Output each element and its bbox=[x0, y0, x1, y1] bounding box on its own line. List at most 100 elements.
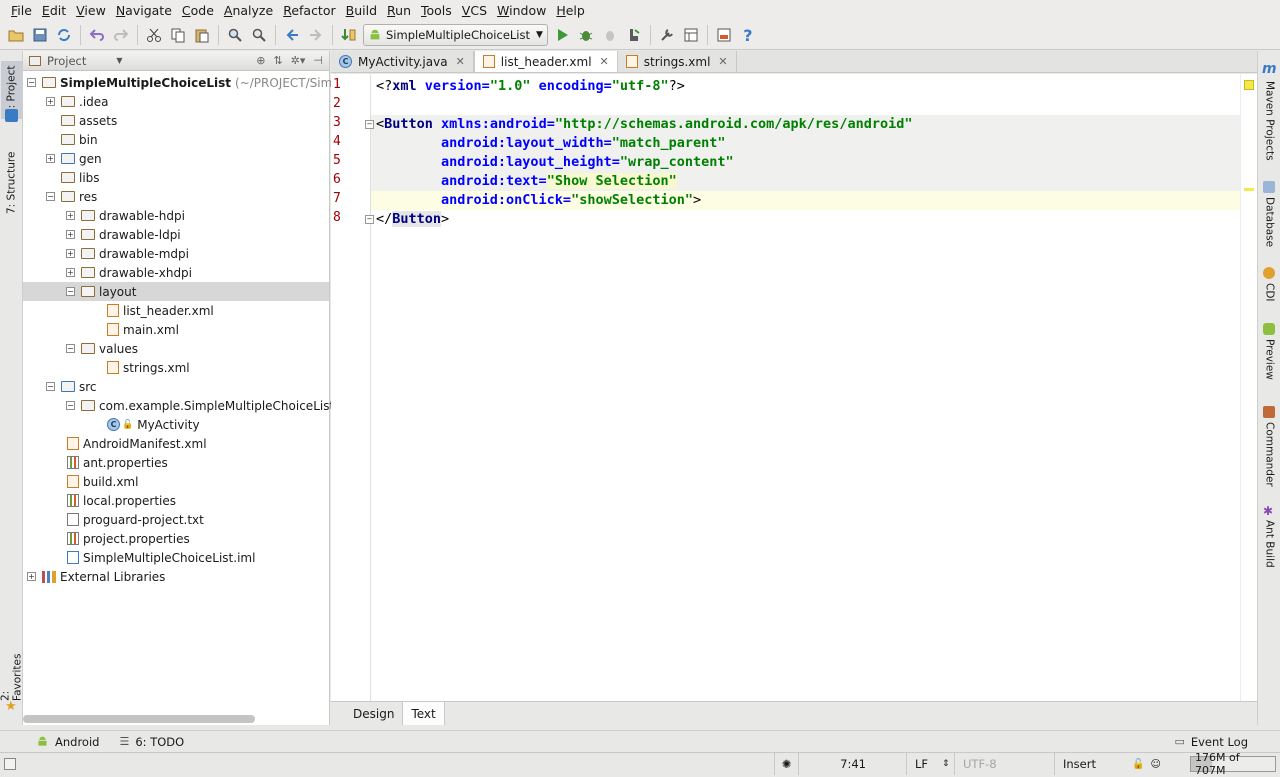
tab-list-header-xml[interactable]: list_header.xml ✕ bbox=[473, 51, 618, 72]
cut-icon[interactable] bbox=[143, 24, 165, 46]
tab-design[interactable]: Design bbox=[345, 702, 402, 725]
make-project-icon[interactable] bbox=[338, 24, 360, 46]
close-icon[interactable]: ✕ bbox=[718, 55, 727, 68]
tab-text[interactable]: Text bbox=[402, 702, 445, 725]
hide-panel-icon[interactable]: ⊣ bbox=[313, 54, 323, 67]
toggle-tool-windows-icon[interactable] bbox=[4, 758, 16, 770]
collapse-icon[interactable]: − bbox=[46, 192, 55, 201]
expand-icon[interactable]: + bbox=[66, 249, 75, 258]
tab-ant-build[interactable]: Ant Build bbox=[1259, 520, 1280, 570]
paste-icon[interactable] bbox=[191, 24, 213, 46]
file-encoding[interactable]: UTF-8 bbox=[954, 753, 1054, 775]
tab-strings-xml[interactable]: strings.xml ✕ bbox=[618, 51, 737, 72]
forward-icon[interactable] bbox=[305, 24, 327, 46]
tree-item-androidmanifest[interactable]: AndroidManifest.xml bbox=[67, 434, 207, 453]
menu-code[interactable]: Code bbox=[177, 0, 219, 21]
tree-item-drawable-xhdpi[interactable]: + drawable-xhdpi bbox=[66, 263, 192, 282]
tab-cdi[interactable]: CDI bbox=[1259, 283, 1280, 307]
tree-item-drawable-ldpi[interactable]: + drawable-ldpi bbox=[66, 225, 181, 244]
tab-maven-projects[interactable]: Maven Projects bbox=[1259, 81, 1280, 161]
horizontal-scrollbar[interactable] bbox=[23, 715, 255, 723]
expand-icon[interactable]: + bbox=[66, 268, 75, 277]
collapse-icon[interactable]: − bbox=[66, 344, 75, 353]
tree-item-build-xml[interactable]: build.xml bbox=[67, 472, 138, 491]
tree-item-gen[interactable]: + gen bbox=[46, 149, 102, 168]
warning-marker[interactable] bbox=[1244, 188, 1254, 191]
hector-icon[interactable]: ☺ bbox=[1150, 759, 1160, 770]
tab-commander[interactable]: Commander bbox=[1259, 422, 1280, 487]
redo-icon[interactable] bbox=[110, 24, 132, 46]
menu-edit[interactable]: Edit bbox=[37, 0, 71, 21]
code-editor[interactable]: 1 2 3 4 5 6 7 8 − − <?xml version="1.0" … bbox=[331, 74, 1257, 701]
tree-item-res[interactable]: − res bbox=[46, 187, 97, 206]
run-configuration-select[interactable]: SimpleMultipleChoiceList ▼ bbox=[363, 24, 548, 46]
tree-item-strings-xml[interactable]: strings.xml bbox=[107, 358, 190, 377]
tree-item-iml[interactable]: SimpleMultipleChoiceList.iml bbox=[67, 548, 255, 567]
tree-item-ant-properties[interactable]: ant.properties bbox=[67, 453, 168, 472]
android-tool-button[interactable]: Android bbox=[36, 735, 99, 749]
menu-view[interactable]: View bbox=[71, 0, 111, 21]
collapse-icon[interactable]: − bbox=[66, 401, 75, 410]
tree-item-list-header-xml[interactable]: list_header.xml bbox=[107, 301, 214, 320]
fold-toggle-icon[interactable]: − bbox=[365, 215, 374, 224]
expand-icon[interactable]: + bbox=[46, 97, 55, 106]
collapse-icon[interactable]: − bbox=[46, 382, 55, 391]
debug-icon[interactable] bbox=[575, 24, 597, 46]
collapse-icon[interactable]: − bbox=[66, 287, 75, 296]
tab-myactivity-java[interactable]: C MyActivity.java ✕ bbox=[331, 51, 474, 72]
tree-item-values[interactable]: − values bbox=[66, 339, 138, 358]
tree-item-assets[interactable]: assets bbox=[61, 111, 117, 130]
tree-item-main-xml[interactable]: main.xml bbox=[107, 320, 179, 339]
tree-item-libs[interactable]: libs bbox=[61, 168, 100, 187]
tree-root[interactable]: − SimpleMultipleChoiceList (~/PROJECT/Si… bbox=[27, 73, 361, 92]
tree-item-project-properties[interactable]: project.properties bbox=[67, 529, 190, 548]
expand-icon[interactable]: + bbox=[66, 211, 75, 220]
menu-tools[interactable]: Tools bbox=[416, 0, 457, 21]
scroll-from-source-icon[interactable]: ⊕ bbox=[256, 54, 265, 67]
collapse-icon[interactable]: − bbox=[27, 78, 36, 87]
expand-icon[interactable]: + bbox=[27, 572, 36, 581]
project-structure-icon[interactable] bbox=[680, 24, 702, 46]
tree-item-local-properties[interactable]: local.properties bbox=[67, 491, 176, 510]
tree-item-external-libraries[interactable]: + External Libraries bbox=[27, 567, 165, 586]
expand-icon[interactable]: + bbox=[66, 230, 75, 239]
tab-favorites[interactable]: 2: Favorites bbox=[0, 643, 24, 701]
tree-item-src[interactable]: − src bbox=[46, 377, 97, 396]
find-icon[interactable] bbox=[224, 24, 246, 46]
close-icon[interactable]: ✕ bbox=[456, 55, 465, 68]
undo-icon[interactable] bbox=[86, 24, 108, 46]
insert-mode[interactable]: Insert 🔓 ☺ bbox=[1054, 753, 1184, 775]
line-separator[interactable]: LF ⇕ bbox=[906, 753, 954, 775]
sync-icon[interactable] bbox=[53, 24, 75, 46]
menu-vcs[interactable]: VCS bbox=[457, 0, 492, 21]
memory-indicator[interactable]: 176M of 707M bbox=[1190, 751, 1276, 777]
sdk-manager-icon[interactable] bbox=[713, 24, 735, 46]
help-icon[interactable]: ? bbox=[737, 24, 759, 46]
menu-file[interactable]: File bbox=[6, 0, 37, 21]
inspection-status-icon[interactable] bbox=[1244, 80, 1254, 90]
open-folder-icon[interactable] bbox=[5, 24, 27, 46]
tree-item-idea[interactable]: + .idea bbox=[46, 92, 109, 111]
menu-help[interactable]: Help bbox=[551, 0, 590, 21]
tree-item-bin[interactable]: bin bbox=[61, 130, 98, 149]
tree-item-package[interactable]: − com.example.SimpleMultipleChoiceList bbox=[66, 396, 334, 415]
collapse-all-icon[interactable]: ⇅ bbox=[273, 54, 282, 67]
run-icon[interactable] bbox=[551, 24, 573, 46]
tab-structure[interactable]: 7: Structure bbox=[1, 151, 22, 215]
tree-item-drawable-hdpi[interactable]: + drawable-hdpi bbox=[66, 206, 185, 225]
caret-position[interactable]: 7:41 bbox=[798, 753, 906, 775]
menu-navigate[interactable]: Navigate bbox=[111, 0, 177, 21]
tree-item-layout[interactable]: − layout bbox=[23, 282, 329, 301]
android-device-monitor-icon[interactable] bbox=[623, 24, 645, 46]
project-view-select[interactable]: Project bbox=[47, 54, 86, 68]
gear-icon[interactable]: ✲▾ bbox=[291, 54, 306, 67]
expand-icon[interactable]: + bbox=[46, 154, 55, 163]
settings-icon[interactable] bbox=[656, 24, 678, 46]
chevron-down-icon[interactable]: ▼ bbox=[116, 56, 122, 65]
menu-window[interactable]: Window bbox=[492, 0, 551, 21]
menu-analyze[interactable]: Analyze bbox=[219, 0, 278, 21]
replace-icon[interactable] bbox=[248, 24, 270, 46]
menu-run[interactable]: Run bbox=[382, 0, 416, 21]
tree-item-drawable-mdpi[interactable]: + drawable-mdpi bbox=[66, 244, 189, 263]
tree-item-proguard[interactable]: proguard-project.txt bbox=[67, 510, 204, 529]
